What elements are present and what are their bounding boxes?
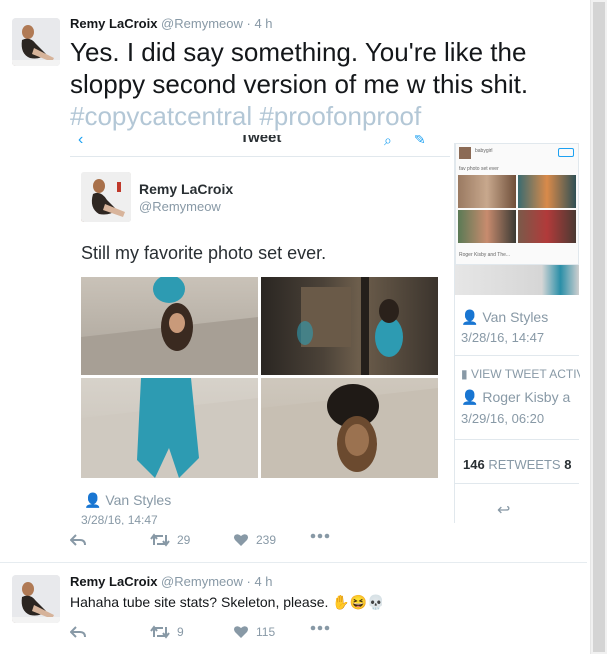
like-button[interactable]: 239: [233, 533, 276, 547]
heart-icon: [234, 534, 248, 546]
scrollbar[interactable]: [590, 0, 607, 654]
bar-chart-icon: ▮: [461, 367, 468, 381]
side-photo-strip: [455, 265, 579, 295]
mini-handle: babygirl: [475, 148, 493, 154]
reply-icon: ↩: [497, 502, 511, 519]
side-retweet-date: 3/29/16, 06:20: [461, 411, 545, 426]
reply-icon: [70, 534, 86, 546]
reply-icon: [70, 626, 86, 638]
mini-follow-button: [558, 148, 574, 157]
avatar[interactable]: [12, 18, 60, 66]
retweet-count: 146: [463, 457, 485, 472]
retweet-count: 29: [177, 533, 191, 547]
photo-1: [81, 277, 258, 375]
more-button[interactable]: [310, 533, 330, 539]
emoji-group: ✋😆💀: [332, 594, 385, 610]
like-count-partial: 8: [564, 457, 572, 472]
divider: [455, 355, 579, 356]
display-name[interactable]: Remy LaCroix: [70, 574, 157, 589]
photo-4: [261, 378, 438, 478]
avatar[interactable]: [12, 575, 60, 623]
tweet-text: Yes. I did say something. You're like th…: [70, 36, 570, 132]
user-handle[interactable]: @Remymeow: [161, 574, 243, 589]
divider: [455, 483, 579, 484]
more-button[interactable]: [310, 625, 330, 631]
mini-photo-1: [458, 175, 516, 208]
side-location-text: Van Styles: [482, 309, 549, 325]
embed-top-bar: ‹ Tweet ⌕ ✎: [70, 135, 450, 157]
person-icon: 👤: [84, 492, 102, 508]
heart-icon: [234, 626, 248, 638]
scrollbar-thumb[interactable]: [593, 2, 605, 652]
divider: [455, 439, 579, 440]
photo-2: [261, 277, 438, 375]
mini-screenshot: babygirl fav photo set ever Roger Kisby …: [455, 143, 579, 265]
hashtag-links[interactable]: #copycatcentral #proofonproof: [70, 101, 421, 131]
tweet-text: Hahaha tube site stats? Skeleton, please…: [70, 594, 385, 611]
mini-footer: Roger Kisby and The...: [459, 252, 511, 258]
timestamp[interactable]: 4 h: [254, 574, 272, 589]
user-handle[interactable]: @Remymeow: [161, 16, 243, 31]
search-icon: ⌕: [384, 135, 392, 148]
side-date: 3/28/16, 14:47: [461, 330, 545, 345]
tweet-header: Remy LaCroix @Remymeow · 4 h: [70, 16, 273, 31]
retweet-button[interactable]: 9: [150, 625, 184, 639]
display-name[interactable]: Remy LaCroix: [70, 16, 157, 31]
tweet[interactable]: Remy LaCroix @Remymeow · 4 h Yes. I did …: [0, 0, 587, 563]
mini-avatar: [459, 147, 471, 159]
embed-display-name: Remy LaCroix: [139, 181, 234, 197]
more-icon: [310, 625, 330, 631]
back-arrow-icon: ‹: [78, 135, 84, 148]
like-count: 239: [256, 533, 277, 547]
embed-title: Tweet: [240, 135, 282, 146]
tweet-header: Remy LaCroix @Remymeow · 4 h: [70, 574, 273, 589]
embedded-screenshot[interactable]: ‹ Tweet ⌕ ✎ Remy LaCroix @Remymeow Still…: [70, 135, 580, 525]
view-activity: ▮ VIEW TWEET ACTIVITY: [461, 367, 580, 381]
embed-tweet-text: Still my favorite photo set ever.: [81, 243, 327, 263]
separator: ·: [246, 16, 251, 31]
side-location: 👤 Van Styles: [461, 309, 548, 326]
photo-3: [81, 378, 258, 478]
tweet-body: Hahaha tube site stats? Skeleton, please…: [70, 594, 329, 610]
mini-photo-3: [458, 210, 516, 243]
compose-icon: ✎: [414, 135, 426, 147]
like-count: 115: [256, 625, 276, 639]
embed-user-handle: @Remymeow: [139, 199, 221, 214]
embed-avatar: [81, 172, 131, 222]
mini-caption: fav photo set ever: [459, 166, 499, 172]
view-activity-text: VIEW TWEET ACTIVITY: [470, 367, 580, 381]
embed-side-panel: babygirl fav photo set ever Roger Kisby …: [454, 143, 580, 523]
person-icon: 👤: [461, 309, 479, 325]
reply-button[interactable]: [70, 625, 86, 639]
tweet-body: Yes. I did say something. You're like th…: [70, 37, 529, 99]
reply-button[interactable]: [70, 533, 86, 547]
tweet[interactable]: Remy LaCroix @Remymeow · 4 h Hahaha tube…: [0, 563, 587, 654]
retweet-button[interactable]: 29: [150, 533, 190, 547]
person-icon: 👤: [461, 389, 479, 405]
separator: ·: [246, 574, 251, 589]
side-retweeter: 👤 Roger Kisby a: [461, 389, 570, 406]
side-retweet-stats: 146 RETWEETS 8: [463, 457, 571, 472]
retweet-label: RETWEETS: [488, 457, 561, 472]
mini-photo-2: [518, 175, 576, 208]
mini-photo-4: [518, 210, 576, 243]
retweet-count: 9: [177, 625, 184, 639]
timestamp[interactable]: 4 h: [254, 16, 272, 31]
side-retweeter-text: Roger Kisby a: [482, 389, 571, 405]
retweet-icon: [150, 533, 170, 547]
embed-date: 3/28/16, 14:47: [81, 513, 158, 525]
embed-location: 👤 Van Styles: [84, 492, 171, 509]
embed-location-text: Van Styles: [105, 492, 172, 508]
more-icon: [310, 533, 330, 539]
like-button[interactable]: 115: [233, 625, 275, 639]
retweet-icon: [150, 625, 170, 639]
